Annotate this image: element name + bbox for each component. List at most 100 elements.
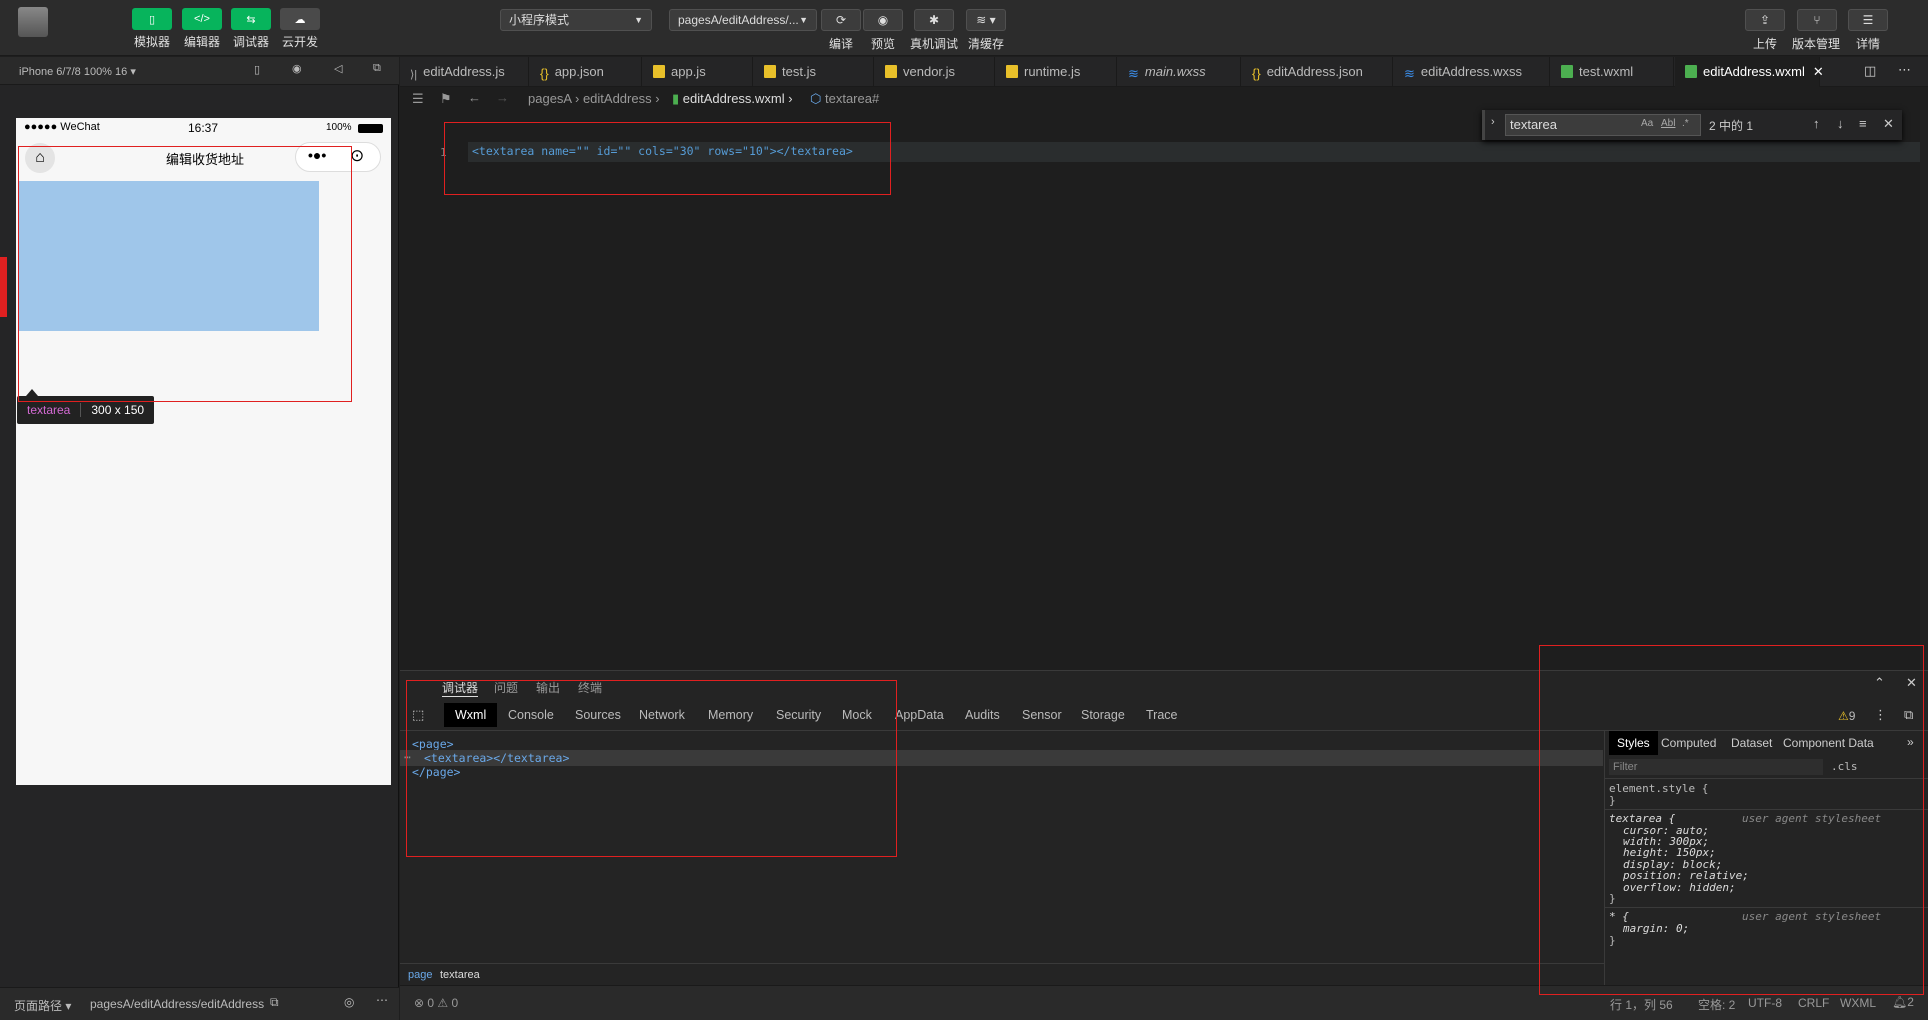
breadcrumb-file[interactable]: ▮ editAddress.wxml › bbox=[672, 91, 793, 107]
tab-test-js[interactable]: test.js bbox=[754, 57, 874, 87]
json-file-icon: {} bbox=[1252, 66, 1261, 81]
cursor-position[interactable]: 行 1，列 56 bbox=[1610, 996, 1673, 1013]
copy-icon[interactable]: ⧉ bbox=[270, 995, 279, 1010]
tab-editaddress-js[interactable]: ⟩| editAddress.js bbox=[400, 57, 529, 87]
mode-select[interactable]: 小程序模式 ▼ bbox=[500, 9, 652, 31]
upload-button[interactable]: ⇪ bbox=[1745, 9, 1785, 31]
forward-icon[interactable]: → bbox=[496, 90, 509, 105]
bookmark-icon[interactable]: ⚑ bbox=[440, 91, 452, 107]
phone-status-bar: ●●●●● WeChat 16:37 100% bbox=[16, 118, 391, 138]
cloud-dev-button[interactable]: ☁ 云开发 bbox=[278, 8, 322, 50]
battery-icon bbox=[358, 124, 383, 133]
debug-icon: ⇆ bbox=[231, 8, 271, 30]
arrow-down-icon[interactable]: ↓ bbox=[1837, 116, 1844, 131]
compile-label: 编译 bbox=[829, 37, 854, 51]
compile-button[interactable]: ⟳ bbox=[821, 9, 861, 31]
crumb-page[interactable]: page bbox=[408, 969, 432, 981]
annotation-box bbox=[1539, 645, 1924, 995]
debugger-toggle-button[interactable]: ⇆ 调试器 bbox=[229, 8, 273, 50]
mode-select-value: 小程序模式 bbox=[509, 13, 570, 27]
line-ending[interactable]: CRLF bbox=[1798, 996, 1829, 1010]
tab-label: editAddress.js bbox=[423, 64, 505, 79]
compile-page-select[interactable]: pagesA/editAddress/... ▼ bbox=[669, 9, 817, 31]
close-icon[interactable]: ⊙ bbox=[350, 146, 364, 166]
clock-label: 16:37 bbox=[188, 121, 219, 135]
breadcrumb-symbol[interactable]: ⬡ textarea# bbox=[810, 91, 879, 107]
find-result-count: 2 中的 1 bbox=[1709, 119, 1754, 133]
split-editor-icon[interactable]: ◫ bbox=[1864, 63, 1876, 79]
js-file-icon bbox=[653, 65, 665, 78]
tab-sensor[interactable]: Sensor bbox=[1022, 703, 1062, 727]
tab-storage[interactable]: Storage bbox=[1081, 703, 1125, 727]
simulator-toggle-button[interactable]: ▯ 模拟器 bbox=[130, 8, 174, 50]
more-icon[interactable]: ⋯ bbox=[376, 993, 388, 1007]
outline-icon[interactable]: ☰ bbox=[412, 91, 424, 107]
eye-icon[interactable]: ◎ bbox=[344, 995, 354, 1009]
editor-tabs: ⟩| editAddress.js {} app.json app.js test.… bbox=[400, 57, 1928, 87]
preview-button[interactable]: ◉ bbox=[863, 9, 903, 31]
crumb-textarea[interactable]: textarea bbox=[440, 969, 480, 981]
avatar[interactable] bbox=[18, 7, 48, 37]
upload-label: 上传 bbox=[1753, 37, 1778, 51]
crumb-label: editAddress bbox=[582, 91, 652, 106]
selection-icon[interactable]: ≡ bbox=[1859, 116, 1867, 131]
rotate-icon[interactable]: ▯ bbox=[254, 63, 260, 76]
encoding[interactable]: UTF-8 bbox=[1748, 996, 1782, 1010]
code-icon: </> bbox=[182, 8, 222, 30]
volume-icon[interactable]: ◁ bbox=[334, 62, 342, 75]
tab-editaddress-wxss[interactable]: ≋ editAddress.wxss bbox=[1394, 57, 1550, 87]
chevron-right-icon[interactable]: › bbox=[1491, 116, 1495, 128]
problems-count[interactable]: ⊗ 0 ⚠ 0 bbox=[414, 996, 458, 1010]
device-select[interactable]: iPhone 6/7/8 100% 16 ▾ bbox=[19, 65, 136, 78]
simulator-toolbar: iPhone 6/7/8 100% 16 ▾ ▯ ◉ ◁ ⧉ bbox=[0, 57, 399, 85]
page-path-select[interactable]: 页面路径 ▾ bbox=[14, 997, 71, 1014]
json-file-icon: {} bbox=[540, 66, 549, 81]
scrollbar[interactable] bbox=[1920, 110, 1928, 670]
close-icon[interactable]: ✕ bbox=[1883, 116, 1894, 132]
annotation-box bbox=[18, 146, 352, 402]
close-icon[interactable]: ✕ bbox=[1813, 64, 1824, 79]
annotation-box bbox=[406, 680, 897, 857]
tab-editaddress-json[interactable]: {} editAddress.json bbox=[1242, 57, 1393, 87]
back-icon[interactable]: ← bbox=[468, 90, 481, 105]
debugger-label: 调试器 bbox=[232, 35, 269, 49]
tab-test-wxml[interactable]: test.wxml bbox=[1551, 57, 1674, 87]
editor-toggle-button[interactable]: </> 编辑器 bbox=[180, 8, 224, 50]
arrow-up-icon[interactable]: ↑ bbox=[1813, 116, 1820, 131]
home-icon[interactable]: ◉ bbox=[292, 62, 302, 75]
tab-audits[interactable]: Audits bbox=[965, 703, 1000, 727]
tab-runtime-js[interactable]: runtime.js bbox=[996, 57, 1117, 87]
clear-cache-button[interactable]: ≋ ▾ bbox=[966, 9, 1006, 31]
regex-toggle[interactable]: .* bbox=[1682, 118, 1689, 129]
more-icon[interactable]: ⋯ bbox=[1898, 62, 1911, 78]
simulator-footer: 页面路径 ▾ pagesA/editAddress/editAddress ⧉ … bbox=[0, 987, 399, 1020]
tab-label: editAddress.wxml bbox=[1703, 64, 1805, 79]
language-mode[interactable]: WXML bbox=[1840, 996, 1876, 1010]
details-button[interactable]: ☰ bbox=[1848, 9, 1888, 31]
window-icon[interactable]: ⧉ bbox=[373, 62, 381, 75]
js-file-icon bbox=[764, 65, 776, 78]
tab-appdata[interactable]: AppData bbox=[895, 703, 944, 727]
page-path-value: pagesA/editAddress/editAddress bbox=[90, 997, 265, 1011]
tab-editaddress-wxml[interactable]: editAddress.wxml ✕ bbox=[1675, 57, 1824, 87]
js-file-icon bbox=[1006, 65, 1018, 78]
wxss-file-icon: ≋ bbox=[1404, 66, 1415, 81]
match-case-toggle[interactable]: Aa bbox=[1641, 118, 1653, 129]
bell-icon[interactable]: 🔔︎2 bbox=[1892, 995, 1914, 1009]
annotation-box bbox=[444, 122, 891, 195]
tab-trace[interactable]: Trace bbox=[1146, 703, 1178, 727]
version-button[interactable]: ⑂ bbox=[1797, 9, 1837, 31]
tab-app-json[interactable]: {} app.json bbox=[530, 57, 642, 87]
tab-main-wxss[interactable]: ≋ main.wxss bbox=[1118, 57, 1241, 87]
details-label: 详情 bbox=[1856, 37, 1881, 51]
indentation[interactable]: 空格: 2 bbox=[1698, 996, 1735, 1013]
preview-label: 预览 bbox=[871, 37, 896, 51]
remote-debug-button[interactable]: ✱ bbox=[914, 9, 954, 31]
breadcrumb-item[interactable]: pagesA › editAddress › bbox=[528, 91, 660, 106]
whole-word-toggle[interactable]: Abl bbox=[1661, 118, 1675, 129]
version-label: 版本管理 bbox=[1792, 37, 1841, 51]
tab-app-js[interactable]: app.js bbox=[643, 57, 753, 87]
crumb-label: pagesA bbox=[528, 91, 572, 106]
crumb-label: textarea# bbox=[824, 91, 880, 106]
tab-vendor-js[interactable]: vendor.js bbox=[875, 57, 995, 87]
